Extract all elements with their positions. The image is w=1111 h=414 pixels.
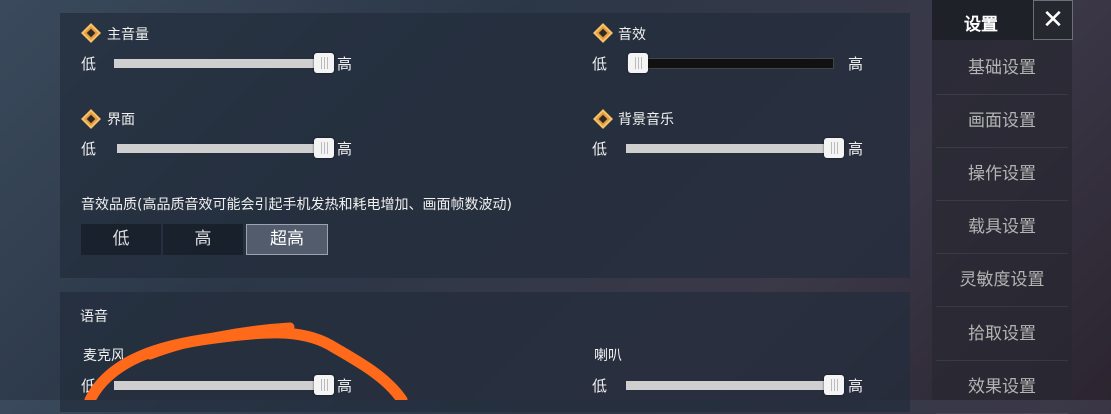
master-volume-high-label: 高 (337, 55, 353, 73)
speaker-slider-handle[interactable] (824, 375, 844, 395)
quality-option-ultra[interactable]: 超高 (246, 224, 328, 255)
microphone-title: 麦克风 (83, 348, 125, 364)
microphone-slider-handle[interactable] (314, 375, 334, 395)
master-volume-slider[interactable] (114, 53, 334, 73)
quality-option-high[interactable]: 高 (163, 224, 243, 255)
speaker-high-label: 高 (848, 377, 864, 395)
sidebar-item-controls[interactable]: 操作设置 (936, 148, 1068, 201)
sidebar-item-basic[interactable]: 基础设置 (936, 42, 1068, 95)
sidebar-item-pickup[interactable]: 拾取设置 (936, 308, 1068, 361)
close-button[interactable]: ✕ (1033, 0, 1073, 40)
close-icon: ✕ (1042, 5, 1064, 35)
microphone-slider[interactable] (114, 375, 334, 395)
master-volume-slider-handle[interactable] (314, 53, 334, 73)
background-music-high-label: 高 (848, 140, 864, 158)
sound-effects-low-label: 低 (592, 55, 608, 73)
sound-effects-high-label: 高 (848, 55, 864, 73)
background-music-low-label: 低 (592, 140, 608, 158)
microphone-high-label: 高 (337, 377, 353, 395)
settings-title: 设置 (964, 15, 998, 35)
background-music-title: 背景音乐 (618, 112, 674, 128)
sidebar-item-sensitivity[interactable]: 灵敏度设置 (936, 254, 1068, 307)
background-music-slider[interactable] (626, 138, 844, 158)
ui-volume-slider-handle[interactable] (314, 138, 334, 158)
sound-quality-label: 音效品质(高品质音效可能会引起手机发热和耗电增加、画面帧数波动) (81, 197, 512, 213)
sound-effects-slider-handle[interactable] (628, 53, 648, 73)
ui-volume-high-label: 高 (337, 140, 353, 158)
ui-volume-low-label: 低 (81, 140, 97, 158)
sound-effects-slider[interactable] (627, 53, 834, 73)
background-music-slider-handle[interactable] (824, 138, 844, 158)
speaker-low-label: 低 (592, 377, 608, 395)
voice-settings-panel (60, 292, 910, 412)
speaker-slider[interactable] (626, 375, 844, 395)
ui-volume-slider[interactable] (117, 138, 334, 158)
microphone-low-label: 低 (81, 377, 97, 395)
master-volume-title: 主音量 (107, 27, 149, 43)
sidebar-item-graphics[interactable]: 画面设置 (936, 95, 1068, 148)
master-volume-low-label: 低 (81, 55, 97, 73)
sound-effects-title: 音效 (618, 27, 646, 43)
voice-section-title: 语音 (80, 309, 108, 325)
sidebar-item-effects[interactable]: 效果设置 (936, 361, 1068, 414)
speaker-title: 喇叭 (594, 348, 622, 364)
sidebar-item-vehicle[interactable]: 载具设置 (936, 201, 1068, 254)
quality-option-low[interactable]: 低 (81, 224, 161, 255)
ui-volume-title: 界面 (107, 112, 135, 128)
